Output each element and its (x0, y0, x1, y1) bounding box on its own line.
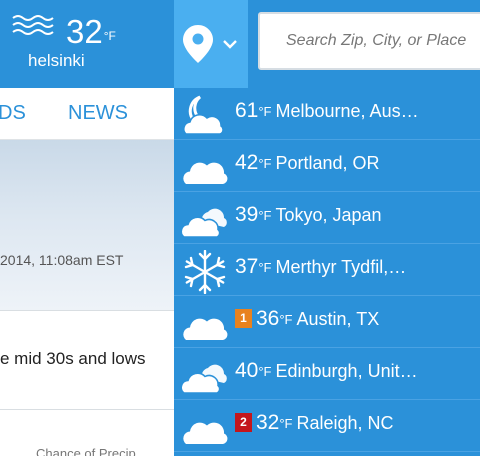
location-temperature: 32 (256, 411, 280, 434)
search-input[interactable] (260, 14, 480, 68)
night-cloudy-icon (180, 94, 230, 138)
location-info: 1 36°F Austin, TX (235, 307, 474, 331)
location-info: 42°F Portland, OR (235, 151, 474, 175)
location-info: 37°F Merthyr Tydfil,… (235, 255, 474, 279)
temperature-unit: °F (258, 208, 272, 223)
current-temperature: 32°F (66, 13, 116, 50)
partly-cloudy-icon (180, 354, 230, 398)
current-city: helsinki (28, 51, 85, 70)
location-item[interactable]: 39°F Tokyo, Japan (174, 192, 480, 244)
forecast-summary: e mid 30s and lows (0, 310, 174, 410)
current-conditions[interactable]: 32°F helsinki (0, 0, 172, 88)
hero-banner: 2014, 11:08am EST (0, 140, 174, 310)
temperature-unit: °F (279, 312, 293, 327)
site-nav: DS NEWS (0, 88, 174, 140)
location-item[interactable]: 2 32°F Raleigh, NC (174, 400, 480, 452)
temperature-unit: °F (279, 416, 293, 431)
location-temperature: 37 (235, 255, 259, 278)
search-box[interactable] (258, 12, 480, 70)
location-info: 39°F Tokyo, Japan (235, 203, 474, 227)
alert-badge[interactable]: 2 (235, 413, 252, 432)
cloud-icon (180, 302, 230, 346)
location-temperature: 39 (235, 203, 259, 226)
location-info: 40°F Edinburgh, Unit… (235, 359, 474, 383)
location-name: Merthyr Tydfil,… (275, 257, 407, 277)
wind-icon (12, 15, 54, 35)
partly-cloudy-icon (180, 198, 230, 242)
nav-tab-partial[interactable]: DS (0, 102, 26, 125)
forecast-text: e mid 30s and lows (0, 349, 146, 368)
cloud-icon (180, 146, 230, 190)
location-dropdown-button[interactable] (174, 0, 248, 88)
location-name: Raleigh, NC (296, 413, 394, 433)
location-item[interactable]: 40°F Edinburgh, Unit… (174, 348, 480, 400)
location-name: Portland, OR (275, 153, 380, 173)
location-temperature: 40 (235, 359, 259, 382)
location-name: Edinburgh, Unit… (275, 361, 418, 381)
location-temperature: 42 (235, 151, 259, 174)
location-item[interactable]: 61°F Melbourne, Aus… (174, 88, 480, 140)
location-name: Tokyo, Japan (275, 205, 382, 225)
location-item[interactable]: 1 36°F Austin, TX (174, 296, 480, 348)
article-timestamp: 2014, 11:08am EST (0, 252, 124, 268)
temperature-unit: °F (258, 156, 272, 171)
precip-label: Chance of Precip (36, 446, 136, 456)
cloud-icon (180, 406, 230, 450)
location-info: 61°F Melbourne, Aus… (235, 99, 474, 123)
temperature-unit: °F (258, 260, 272, 275)
location-name: Melbourne, Aus… (275, 101, 419, 121)
snowflake-icon (180, 249, 230, 295)
alert-badge[interactable]: 1 (235, 309, 252, 328)
location-pin-icon (183, 25, 213, 63)
location-item[interactable]: 37°F Merthyr Tydfil,… (174, 244, 480, 296)
temperature-unit: °F (258, 364, 272, 379)
nav-tab-news[interactable]: NEWS (68, 102, 128, 125)
location-name: Austin, TX (296, 309, 380, 329)
location-temperature: 36 (256, 307, 280, 330)
location-temperature: 61 (235, 99, 259, 122)
location-info: 2 32°F Raleigh, NC (235, 411, 474, 435)
location-item[interactable]: 42°F Portland, OR (174, 140, 480, 192)
saved-locations-dropdown: 61°F Melbourne, Aus… 42°F Portland, OR 39°F T… (174, 88, 480, 456)
temperature-unit: °F (258, 104, 272, 119)
chevron-down-icon (223, 40, 237, 49)
